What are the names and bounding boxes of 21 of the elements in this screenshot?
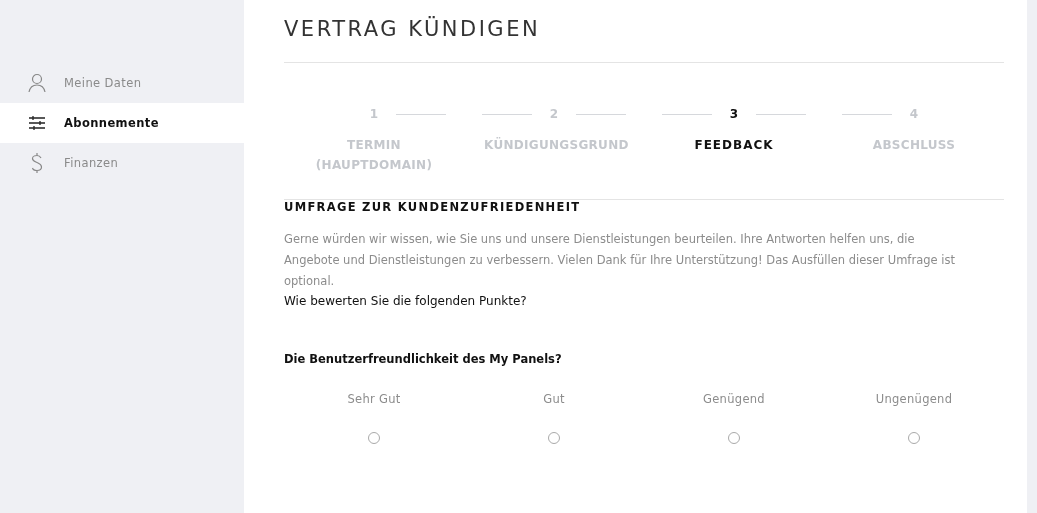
option-label: Gut: [543, 392, 565, 406]
sliders-icon: [28, 115, 46, 131]
prompt-text: Wie bewerten Sie die folgenden Punkte?: [284, 294, 528, 308]
section-heading: UMFRAGE ZUR KUNDENZUFRIEDENHEIT: [284, 200, 582, 214]
step-label[interactable]: TERMIN (HAUPTDOMAIN): [304, 135, 444, 175]
sidebar-item[interactable]: Abonnemente: [0, 103, 244, 143]
page-title: VERTRAG KÜNDIGEN: [284, 17, 542, 43]
step-number[interactable]: 3: [729, 107, 739, 121]
person-icon: [28, 73, 46, 93]
step-number[interactable]: 2: [549, 107, 559, 121]
step-number[interactable]: 4: [909, 107, 919, 121]
sidebar-item[interactable]: Meine Daten: [0, 63, 244, 103]
option-label: Genügend: [703, 392, 765, 406]
sidebar-item[interactable]: Finanzen: [0, 143, 244, 183]
step-number[interactable]: 1: [369, 107, 379, 121]
option-label: Sehr Gut: [347, 392, 401, 406]
intro-text: Gerne würden wir wissen, wie Sie uns und unsere Dienstleistungen beurteilen. Ihre Antworten helfen uns, die Angebote und Dienstleistungen zu verbessern. Vielen Dank für Ihre Unterstützung! Das Ausfüllen dieser Umfrage ist optional.: [284, 231, 956, 290]
question-text: Die Benutzerfreundlichkeit des My Panels?: [284, 352, 563, 366]
step-label[interactable]: FEEDBACK: [664, 135, 804, 155]
option-label: Ungenügend: [875, 392, 953, 406]
step-label[interactable]: ABSCHLUSS: [844, 135, 984, 155]
